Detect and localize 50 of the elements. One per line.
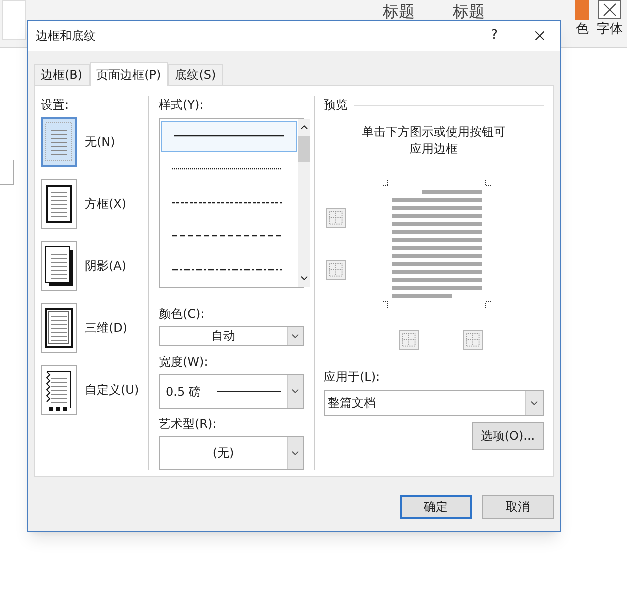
setting-option[interactable] [41,241,77,291]
border-grid-icon[interactable] [399,330,419,350]
line-style-icon [172,200,282,205]
line-sample-icon [216,390,281,394]
line-style-icon [172,166,282,171]
setting-label: 自定义(U) [85,382,140,399]
ok-button[interactable]: 确定 [400,495,472,519]
color-swatch [575,0,589,20]
tab[interactable]: 底纹(S) [168,64,224,85]
preview-label: 预览 [324,97,348,114]
page-preview-drawing[interactable] [382,178,492,310]
border-grid-icon[interactable] [463,330,483,350]
art-dropdown[interactable]: (无) [159,436,304,470]
line-style-icon [172,268,282,272]
color-label: 颜色(C): [159,306,206,323]
scrollbar[interactable] [298,119,310,287]
line-style-icon [174,134,284,138]
apply-to-dropdown[interactable]: 整篇文档 [324,390,544,416]
setting-label: 无(N) [85,134,116,151]
setting-option[interactable] [41,365,77,415]
setting-label: 三维(D) [85,320,128,337]
setting-label: 阴影(A) [85,258,127,275]
help-button[interactable]: ? [491,26,498,46]
style-gallery-item[interactable]: 标题 [453,0,485,24]
apply-to-label: 应用于(L): [324,369,382,386]
cancel-button[interactable]: 取消 [482,495,554,519]
settings-label: 设置: [41,97,70,114]
color-button[interactable]: 色 [576,20,589,40]
width-dropdown[interactable]: 0.5 磅 [159,374,304,410]
setting-label: 方框(X) [85,196,127,213]
font-button[interactable]: 字体 [597,20,623,40]
options-button[interactable]: 选项(O)... [472,422,544,450]
color-dropdown[interactable]: 自动 [159,326,304,346]
window-title: 边框和底纹 [36,28,96,45]
border-grid-icon[interactable] [326,260,346,280]
scroll-thumb[interactable] [298,136,310,162]
document-edge [0,160,14,185]
line-style-icon [172,234,282,238]
width-label: 宽度(W): [159,354,210,372]
border-grid-icon[interactable] [326,208,346,228]
setting-option[interactable] [41,303,77,353]
line-style-option[interactable] [161,121,297,152]
setting-option[interactable] [41,179,77,229]
style-gallery-item[interactable]: 标题 [383,0,415,24]
art-label: 艺术型(R): [159,416,218,434]
tab[interactable]: 页面边框(P) [90,62,168,86]
style-label: 样式(Y): [159,97,205,114]
tab[interactable]: 边框(B) [34,64,90,85]
preview-hint: 应用边框 [410,141,458,158]
preview-hint: 单击下方图示或使用按钮可 [362,124,506,141]
